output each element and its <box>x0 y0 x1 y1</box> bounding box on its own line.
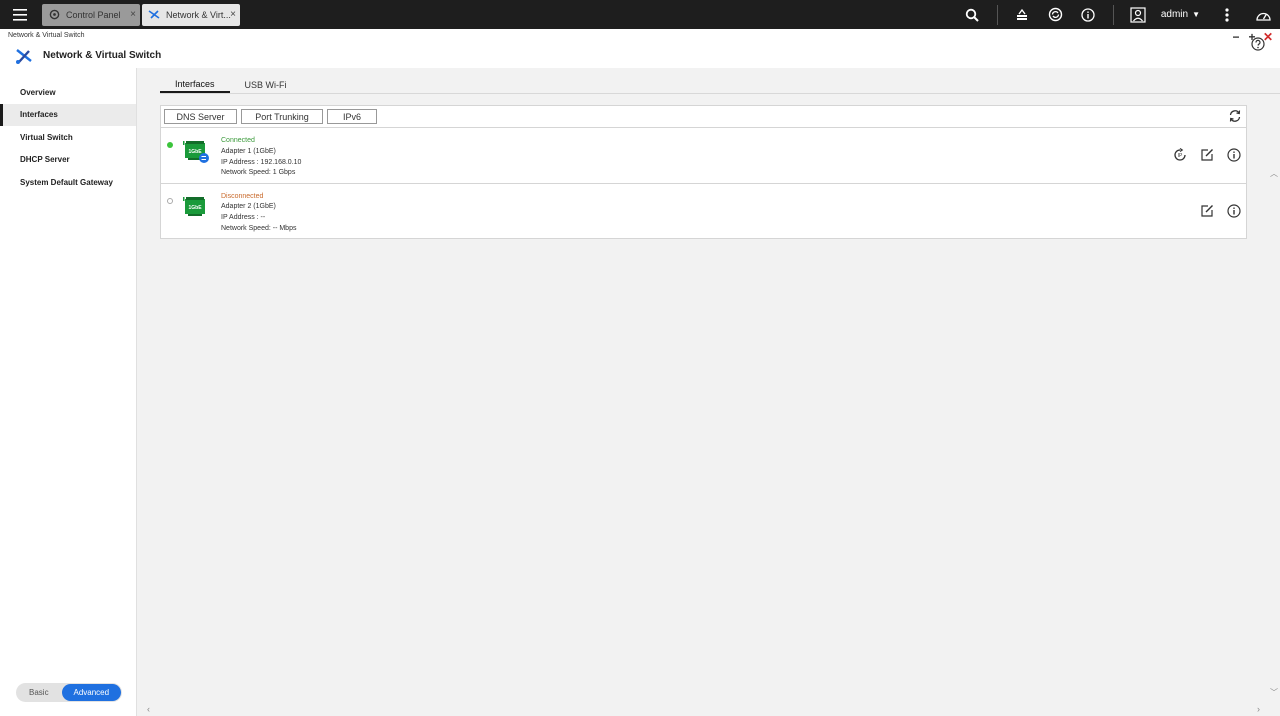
tab-interfaces[interactable]: Interfaces <box>160 76 230 93</box>
adapter-row[interactable]: 1GbE Disconnected Adapter 2 (1GbE) IP Ad… <box>161 184 1246 240</box>
sidebar-item-virtual-switch[interactable]: Virtual Switch <box>0 126 136 148</box>
adapter-info: Disconnected Adapter 2 (1GbE) IP Address… <box>221 192 296 235</box>
refresh-icon[interactable] <box>1228 109 1242 123</box>
taskbar-tab-network[interactable]: Network & Virt... × <box>142 3 240 26</box>
scroll-left-arrow[interactable]: ‹ <box>147 704 150 714</box>
renew-dhcp-icon[interactable]: IP <box>1173 148 1187 162</box>
scroll-up-arrow[interactable]: ︿ <box>1270 168 1278 179</box>
adapter-ip: IP Address : -- <box>221 214 266 222</box>
subtabs: Interfaces USB Wi-Fi <box>160 76 302 93</box>
taskbar-tab-label: Control Panel <box>66 9 121 20</box>
hamburger-icon <box>13 8 27 21</box>
user-icon <box>1130 6 1146 23</box>
adapter-actions: IP <box>1173 148 1241 162</box>
dns-server-button[interactable]: DNS Server <box>164 109 237 124</box>
search-button[interactable] <box>956 0 989 29</box>
sidebar-item-label: Virtual Switch <box>20 132 73 142</box>
sidebar-item-label: Overview <box>20 87 56 97</box>
divider <box>160 93 1280 94</box>
separator <box>1112 4 1114 25</box>
info-icon[interactable] <box>1227 203 1241 218</box>
adapter-ip: IP Address : 192.168.0.10 <box>221 158 302 166</box>
dashboard-icon <box>1256 12 1271 21</box>
network-switch-icon <box>148 9 160 21</box>
port-trunking-button[interactable]: Port Trunking <box>241 109 323 124</box>
adapter-status: Disconnected <box>221 192 264 200</box>
nic-card-icon: 1GbE <box>183 141 209 163</box>
close-icon[interactable]: × <box>230 9 236 20</box>
username: admin <box>1160 9 1189 20</box>
scroll-right-arrow[interactable]: › <box>1257 704 1260 714</box>
dashboard-button[interactable] <box>1247 0 1280 29</box>
separator <box>996 4 998 25</box>
adapter-row[interactable]: 1GbE Connected Adapter 1 (1GbE) IP Addre… <box>161 128 1246 184</box>
user-menu[interactable]: admin ▼ <box>1161 9 1200 20</box>
adapter-name: Adapter 1 (1GbE) <box>221 147 276 155</box>
help-icon[interactable] <box>1251 37 1265 51</box>
main-menu-button[interactable] <box>0 0 40 29</box>
edit-icon[interactable] <box>1200 148 1214 162</box>
sidebar-item-label: Interfaces <box>20 110 58 119</box>
status-indicator <box>167 142 173 148</box>
gear-icon <box>48 9 60 21</box>
sidebar-item-label: System Default Gateway <box>20 177 113 187</box>
minimize-icon[interactable]: − <box>1230 30 1242 44</box>
info-button[interactable] <box>1072 0 1105 29</box>
app-title: Network & Virtual Switch <box>43 50 162 61</box>
app-window: Network & Virtual Switch − + ✕ Network &… <box>0 29 1280 716</box>
status-indicator <box>167 197 173 204</box>
sync-button[interactable] <box>1039 0 1072 29</box>
nic-label: 1GbE <box>188 205 202 211</box>
main-content: Interfaces USB Wi-Fi DNS Server Port Tru… <box>137 68 1280 716</box>
sidebar: Overview Interfaces Virtual Switch DHCP … <box>0 68 137 716</box>
taskbar-tab-label: Network & Virt... <box>166 9 231 20</box>
edit-icon[interactable] <box>1200 204 1214 218</box>
user-avatar-button[interactable] <box>1122 0 1155 29</box>
mode-toggle: Basic Advanced <box>16 683 122 702</box>
window-caption: Network & Virtual Switch <box>8 32 85 39</box>
nic-card-icon: 1GbE <box>183 196 205 216</box>
adapter-name: Adapter 2 (1GbE) <box>221 203 276 211</box>
nic-label: 1GbE <box>188 149 202 155</box>
taskbar: Control Panel × Network & Virt... × admi… <box>0 0 1280 29</box>
close-icon[interactable]: × <box>130 9 136 20</box>
window-header: Network & Virtual Switch <box>0 43 1280 68</box>
mode-basic-button[interactable]: Basic <box>16 688 62 697</box>
adapter-speed: Network Speed: -- Mbps <box>221 224 297 232</box>
background-tasks-button[interactable] <box>1006 0 1039 29</box>
sidebar-item-interfaces[interactable]: Interfaces <box>0 103 136 126</box>
adapter-actions <box>1200 203 1241 218</box>
interfaces-panel: DNS Server Port Trunking IPv6 1GbE Conne… <box>160 105 1247 239</box>
mode-advanced-button[interactable]: Advanced <box>61 684 121 701</box>
scroll-down-arrow[interactable]: ﹀ <box>1270 687 1278 698</box>
interfaces-toolbar: DNS Server Port Trunking IPv6 <box>161 106 1246 128</box>
taskbar-tab-control-panel[interactable]: Control Panel × <box>42 3 140 26</box>
caret-down-icon: ▼ <box>1192 10 1200 19</box>
sync-icon <box>1048 7 1063 22</box>
tab-usb-wifi[interactable]: USB Wi-Fi <box>230 76 302 93</box>
search-icon <box>966 8 980 22</box>
stack-icon <box>1017 8 1028 20</box>
more-icon <box>1224 7 1229 22</box>
adapter-info: Connected Adapter 1 (1GbE) IP Address : … <box>221 136 301 179</box>
sidebar-item-dhcp-server[interactable]: DHCP Server <box>0 149 136 171</box>
sidebar-item-system-default-gateway[interactable]: System Default Gateway <box>0 171 136 193</box>
adapter-speed: Network Speed: 1 Gbps <box>221 169 296 177</box>
sidebar-item-overview[interactable]: Overview <box>0 81 136 103</box>
svg-text:IP: IP <box>1178 153 1183 159</box>
more-options-button[interactable] <box>1210 0 1243 29</box>
network-switch-icon <box>16 48 32 64</box>
info-icon[interactable] <box>1227 148 1241 162</box>
ipv6-button[interactable]: IPv6 <box>327 109 377 124</box>
sidebar-item-label: DHCP Server <box>20 155 70 164</box>
adapter-status: Connected <box>221 137 255 144</box>
info-icon <box>1081 7 1095 22</box>
